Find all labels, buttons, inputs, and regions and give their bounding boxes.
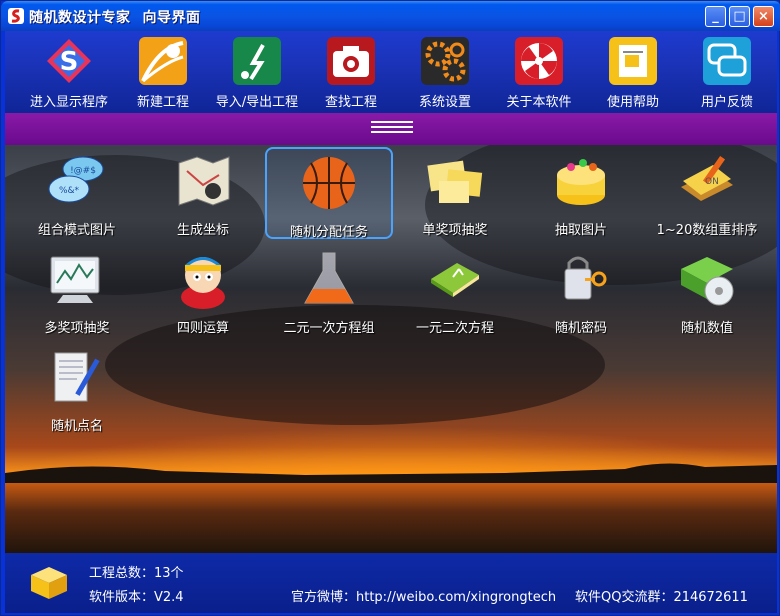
- paper-pen-icon: [47, 347, 107, 407]
- import-export-icon: [233, 37, 281, 85]
- main-toolbar: S 进入显示程序 新建工程 导入/导出工程 查找工程 系统设置 关于本软件 使用…: [5, 31, 777, 113]
- window-title-app: 随机数设计专家: [29, 10, 131, 26]
- app-random-roll-call[interactable]: 随机点名: [13, 343, 141, 435]
- collapse-handle-icon[interactable]: [371, 121, 413, 137]
- app-label: 多奖项抽奖: [44, 321, 110, 336]
- svg-text:!@#$: !@#$: [70, 166, 96, 176]
- green-book-icon: [425, 249, 485, 309]
- app-label: 生成坐标: [176, 223, 229, 238]
- toolbar-label: 进入显示程序: [29, 95, 108, 110]
- app-label: 1~20数组重排序: [656, 223, 758, 238]
- app-random-password[interactable]: 随机密码: [517, 245, 645, 337]
- app-combo-image[interactable]: !@#$ %&* 组合模式图片: [13, 147, 141, 239]
- svg-text:S: S: [60, 47, 79, 77]
- package-box-icon: [31, 567, 67, 599]
- app-label: 随机点名: [50, 419, 103, 434]
- app-random-assign-tasks[interactable]: 随机分配任务: [265, 147, 393, 240]
- cake-icon: [551, 151, 611, 211]
- weibo-link[interactable]: 官方微博：http://weibo.com/xingrongtech: [291, 586, 556, 605]
- app-generate-coordinates[interactable]: 生成坐标: [139, 147, 267, 239]
- toolbar-help[interactable]: 使用帮助: [587, 37, 679, 111]
- app-grid: !@#$ %&* 组合模式图片 生成坐标 随机分配任务 单奖项抽奖 抽取图片 O…: [5, 145, 777, 553]
- app-logo-icon: [8, 8, 24, 24]
- toolbar-find-project[interactable]: 查找工程: [305, 37, 397, 111]
- toolbar-label: 新建工程: [136, 95, 189, 110]
- toolbar-about[interactable]: 关于本软件: [493, 37, 585, 111]
- version-text: 软件版本：V2.4: [89, 590, 184, 605]
- svg-text:ON: ON: [705, 177, 719, 187]
- app-label: 四则运算: [176, 321, 229, 336]
- camera-search-icon: [327, 37, 375, 85]
- background-water: [5, 483, 777, 553]
- toolbar-new-project[interactable]: 新建工程: [117, 37, 209, 111]
- background-hills: [5, 463, 777, 483]
- toolbar-label: 导入/导出工程: [215, 95, 299, 110]
- toolbar-import-export[interactable]: 导入/导出工程: [211, 37, 303, 111]
- notebook-pencil-icon: ON: [677, 151, 737, 211]
- close-button[interactable]: ×: [753, 6, 774, 27]
- app-label: 组合模式图片: [37, 223, 116, 238]
- app-window: 随机数设计专家向导界面 _ □ × S 进入显示程序 新建工程 导入/导出工程: [0, 0, 780, 616]
- app-extract-image[interactable]: 抽取图片: [517, 147, 645, 239]
- toolbar-system-settings[interactable]: 系统设置: [399, 37, 491, 111]
- app-label: 随机分配任务: [289, 225, 368, 240]
- app-multi-prize-draw[interactable]: 多奖项抽奖: [13, 245, 141, 337]
- status-bar: 工程总数：13个 软件版本：V2.4 官方微博：http://weibo.com…: [5, 553, 777, 613]
- app-label: 单奖项抽奖: [422, 223, 488, 238]
- toolbar-label: 用户反馈: [700, 95, 753, 110]
- chat-bubbles-icon: [703, 37, 751, 85]
- app-quadratic-equation[interactable]: 一元二次方程: [391, 245, 519, 337]
- window-title: 随机数设计专家 向导界面: [29, 7, 213, 27]
- cartoon-character-icon: [173, 249, 233, 309]
- app-single-prize-draw[interactable]: 单奖项抽奖: [391, 147, 519, 239]
- svg-text:%&*: %&*: [59, 186, 80, 196]
- help-icon: [609, 37, 657, 85]
- basketball-icon: [299, 153, 359, 213]
- lock-key-icon: [551, 249, 611, 309]
- toolbar-label: 查找工程: [324, 95, 377, 110]
- toolbar-feedback[interactable]: 用户反馈: [681, 37, 773, 111]
- app-label: 一元二次方程: [415, 321, 494, 336]
- app-arithmetic[interactable]: 四则运算: [139, 245, 267, 337]
- monitor-chart-icon: [47, 249, 107, 309]
- gears-icon: [421, 37, 469, 85]
- flask-icon: [299, 249, 359, 309]
- project-count-text: 工程总数：13个: [89, 566, 184, 581]
- speech-bubbles-icon: !@#$ %&*: [47, 151, 107, 211]
- app-label: 随机密码: [554, 321, 607, 336]
- app-linear-system[interactable]: 二元一次方程组: [265, 245, 393, 337]
- new-project-icon: [139, 37, 187, 85]
- title-bar[interactable]: 随机数设计专家 向导界面 _ □ ×: [1, 1, 780, 31]
- app-label: 二元一次方程组: [283, 321, 375, 336]
- toolbar-label: 关于本软件: [506, 95, 572, 110]
- collapse-strip: [5, 113, 777, 145]
- app-random-value[interactable]: 随机数值: [643, 245, 771, 337]
- toolbar-enter-display[interactable]: S 进入显示程序: [23, 37, 115, 111]
- app-array-reorder[interactable]: ON 1~20数组重排序: [643, 147, 771, 239]
- maximize-button[interactable]: □: [729, 6, 750, 27]
- minimize-button[interactable]: _: [705, 6, 726, 27]
- pinwheel-icon: [515, 37, 563, 85]
- cd-folder-icon: [677, 249, 737, 309]
- window-title-page: 向导界面: [142, 10, 201, 26]
- toolbar-label: 系统设置: [418, 95, 471, 110]
- toolbar-label: 使用帮助: [606, 95, 659, 110]
- qq-group-text: 软件QQ交流群：214672611: [575, 590, 748, 605]
- app-label: 随机数值: [680, 321, 733, 336]
- map-compass-icon: [173, 151, 233, 211]
- sticky-notes-icon: [425, 151, 485, 211]
- s-logo-icon: S: [45, 37, 93, 85]
- app-label: 抽取图片: [554, 223, 607, 238]
